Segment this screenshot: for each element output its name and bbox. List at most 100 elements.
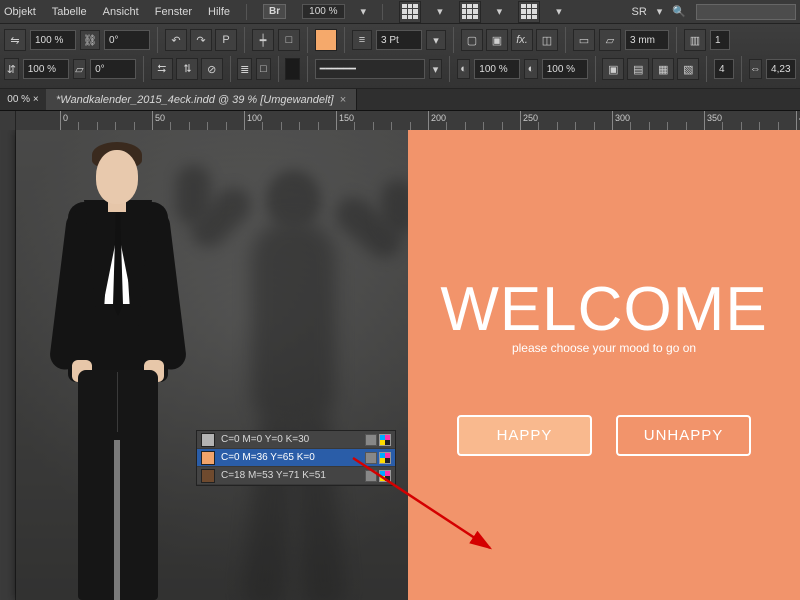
menu-separator [382, 4, 383, 20]
opacity-field-a[interactable]: 100 % [474, 59, 520, 79]
stroke-chevron-icon[interactable]: ▾ [426, 30, 446, 50]
gutter-icon: ⇔ [749, 59, 762, 79]
swatch-chip [201, 433, 215, 447]
search-input[interactable] [696, 4, 796, 20]
close-tab-icon[interactable]: × [340, 94, 346, 106]
welcome-title: WELCOME [440, 274, 767, 345]
opacity-icon: ◐ [457, 59, 470, 79]
stroke-swatch[interactable] [285, 58, 300, 80]
menu-fenster[interactable]: Fenster [155, 6, 192, 18]
menu-tabelle[interactable]: Tabelle [52, 6, 87, 18]
swatch-chip [201, 469, 215, 483]
text-wrap-icon[interactable]: ▣ [486, 29, 508, 51]
control-panel: ⇋ 100 % ⛓ 0° ↶ ↷ P ┿ □ ≡ 3 Pt ▾ ▢ ▣ fx. … [0, 24, 800, 89]
scale-x-field[interactable]: 100 % [30, 30, 76, 50]
rotate-ccw-icon[interactable]: ↶ [165, 29, 187, 51]
menu-hilfe[interactable]: Hilfe [208, 6, 230, 18]
menu-ansicht[interactable]: Ansicht [103, 6, 139, 18]
ruler-origin[interactable] [0, 111, 16, 131]
flip-v-icon[interactable]: ⮁ [176, 58, 198, 80]
fit-content-icon[interactable]: ▣ [602, 58, 624, 80]
effects-icon[interactable]: fx. [511, 29, 533, 51]
swatch-label: C=0 M=36 Y=65 K=0 [221, 452, 359, 463]
document-tabs: 00 % × *Wandkalender_2015_4eck.indd @ 39… [0, 89, 800, 111]
document-tab-label: *Wandkalender_2015_4eck.indd @ 39 % [Umg… [56, 94, 334, 106]
vertical-ruler [0, 130, 16, 600]
unhappy-button[interactable]: UNHAPPY [616, 415, 751, 456]
happy-button[interactable]: HAPPY [457, 415, 592, 456]
opacity-field-b[interactable]: 100 % [542, 59, 588, 79]
document-page[interactable]: WELCOME please choose your mood to go on… [16, 130, 800, 600]
fill-swatch[interactable] [315, 29, 337, 51]
language-chevron-icon[interactable]: ▾ [657, 5, 663, 18]
dropdown-chevron-icon[interactable]: ▾ [437, 5, 443, 18]
swatch-cmyk-icon [379, 434, 391, 446]
gutter-field[interactable]: 4,23 [766, 59, 796, 79]
zoom-tab[interactable]: 00 % × [0, 94, 46, 105]
screen-mode-icon[interactable] [459, 1, 481, 23]
center-content-icon[interactable]: ▦ [652, 58, 674, 80]
fit-frame-to-content-icon[interactable]: ▧ [677, 58, 699, 80]
swatch-cmyk-icon [379, 470, 391, 482]
fit-frame-icon[interactable]: ▭ [573, 29, 595, 51]
flip-vertical-icon[interactable]: ⇵ [4, 58, 19, 80]
link-scale-icon[interactable]: ⛓ [80, 30, 100, 50]
arrange-icon[interactable] [518, 1, 540, 23]
frame-icon[interactable]: ▢ [461, 29, 483, 51]
view-options-icon[interactable] [399, 1, 421, 23]
flip-h-icon[interactable]: ⮀ [151, 58, 173, 80]
stroke-style-chevron-icon[interactable]: ▾ [429, 59, 442, 79]
search-icon: 🔍 [672, 5, 686, 18]
shear-field[interactable]: 0° [90, 59, 136, 79]
columns-field[interactable]: 1 [710, 30, 730, 50]
swatch-type-icon [365, 470, 377, 482]
swatch-label: C=18 M=53 Y=71 K=51 [221, 470, 359, 481]
swatch-chip [201, 451, 215, 465]
dropdown-chevron-icon[interactable]: ▾ [497, 5, 503, 18]
offset-field[interactable]: 3 mm [625, 30, 669, 50]
page-left-image [16, 130, 408, 600]
columns-icon[interactable]: ▥ [684, 29, 706, 51]
document-tab[interactable]: *Wandkalender_2015_4eck.indd @ 39 % [Umg… [46, 89, 357, 110]
language-label[interactable]: SR [631, 6, 646, 18]
dropdown-chevron-icon[interactable]: ▾ [556, 5, 562, 18]
opacity-icon: ◐ [524, 59, 537, 79]
clear-transform-icon[interactable]: ⊘ [201, 58, 223, 80]
welcome-subtitle: please choose your mood to go on [512, 341, 696, 355]
shear-icon[interactable]: ▱ [73, 59, 86, 79]
scale-y-field[interactable]: 100 % [23, 59, 69, 79]
swatch-type-icon [365, 452, 377, 464]
swatches-panel[interactable]: C=0 M=0 Y=0 K=30 C=0 M=36 Y=65 K=0 C=18 M=… [196, 430, 396, 486]
menu-bar: Objekt Tabelle Ansicht Fenster Hilfe Br … [0, 0, 800, 24]
zoom-level[interactable]: 100 % [302, 4, 344, 19]
menu-objekt[interactable]: Objekt [4, 6, 36, 18]
stroke-weight-field[interactable]: 3 Pt [376, 30, 422, 50]
swatch-type-icon [365, 434, 377, 446]
zoom-chevron-icon[interactable]: ▾ [361, 5, 367, 18]
distribute-icon[interactable]: □ [278, 29, 300, 51]
fit-proportional-icon[interactable]: ▤ [627, 58, 649, 80]
swatch-cmyk-icon [379, 452, 391, 464]
paragraph-style-icon[interactable]: P [215, 29, 237, 51]
rotate-cw-icon[interactable]: ↷ [190, 29, 212, 51]
swatch-row[interactable]: C=0 M=36 Y=65 K=0 [197, 449, 395, 467]
swatch-row[interactable]: C=0 M=0 Y=0 K=30 [197, 431, 395, 449]
workspace: WELCOME please choose your mood to go on… [0, 130, 800, 600]
swatch-label: C=0 M=0 Y=0 K=30 [221, 434, 359, 445]
person-photo [34, 140, 194, 600]
stroke-style-field[interactable]: ━━━━━━ [315, 59, 425, 79]
flip-horizontal-icon[interactable]: ⇋ [4, 29, 26, 51]
bridge-badge[interactable]: Br [263, 4, 286, 19]
corner-options-icon[interactable]: ◫ [536, 29, 558, 51]
swatch-row[interactable]: C=18 M=53 Y=71 K=51 [197, 467, 395, 485]
rotation-field[interactable]: 0° [104, 30, 150, 50]
menu-separator [246, 4, 247, 20]
stroke-weight-icon: ≡ [352, 30, 372, 50]
align-icon[interactable]: ≣ [237, 58, 252, 80]
align-icon[interactable]: ┿ [252, 29, 274, 51]
horizontal-ruler: 050100150200250300350400 [0, 111, 800, 131]
num-field-a[interactable]: 4 [714, 59, 734, 79]
distribute-icon[interactable]: □ [256, 58, 271, 80]
crop-icon[interactable]: ▱ [599, 29, 621, 51]
page-right-panel: WELCOME please choose your mood to go on… [408, 130, 800, 600]
